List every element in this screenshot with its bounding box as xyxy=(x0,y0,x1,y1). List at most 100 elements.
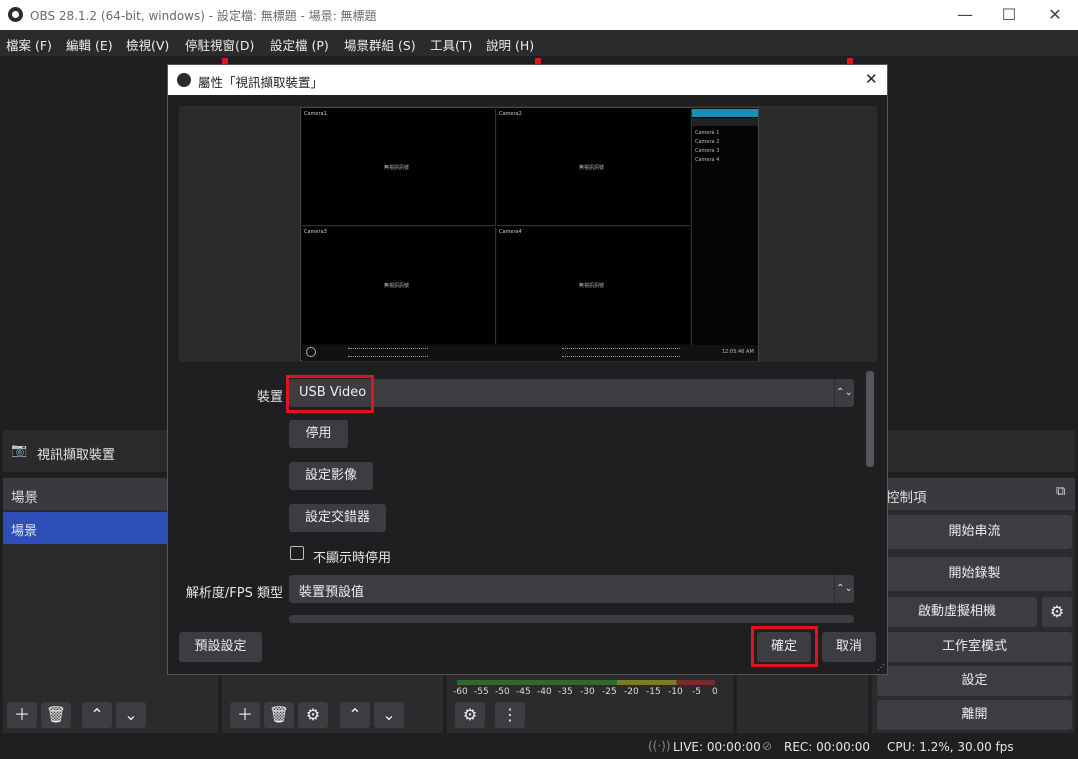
virtual-camera-settings-button[interactable]: ⚙ xyxy=(1042,597,1072,627)
camera-label: Camera1 xyxy=(304,111,327,117)
device-label: 裝置 xyxy=(256,390,283,405)
audio-mixer-dock: -60 -55 -50 -45 -40 -35 -30 -25 -20 -15 … xyxy=(447,672,733,733)
properties-scrollbar[interactable] xyxy=(865,369,875,623)
close-window-button[interactable]: ✕ xyxy=(1032,0,1078,30)
menu-bar: 檔案 (F) 編輯 (E) 檢視(V) 停駐視窗(D) 設定檔 (P) 場景群組… xyxy=(0,30,1078,56)
add-source-button[interactable]: ＋ xyxy=(230,702,260,728)
dialog-title: 屬性「視訊擷取裝置」 xyxy=(198,75,324,90)
status-bar: ((·)) LIVE: 00:00:00 ⊘ REC: 00:00:00 CPU… xyxy=(0,736,1078,759)
scene-item-label: 場景 xyxy=(11,524,38,539)
configure-video-button[interactable]: 設定影像 xyxy=(289,462,373,490)
start-virtual-camera-button[interactable]: 啟動虛擬相機 xyxy=(877,597,1037,627)
mixer-advanced-button[interactable]: ⚙ xyxy=(455,702,485,728)
resize-grip-icon[interactable]: ⋰ xyxy=(877,663,885,672)
trash-icon: 🗑 xyxy=(45,705,67,724)
gear-icon: ⚙ xyxy=(1049,602,1065,621)
more-vertical-icon: ⋮ xyxy=(502,705,518,724)
preview-clock: 12:05:46 AM xyxy=(722,349,754,355)
resolution-value: 裝置預設值 xyxy=(299,585,365,600)
live-time: LIVE: 00:00:00 xyxy=(673,740,761,754)
move-scene-down-button[interactable]: ⌄ xyxy=(116,702,146,728)
layout-icons xyxy=(348,348,428,357)
settings-button[interactable]: 設定 xyxy=(877,666,1072,696)
add-scene-button[interactable]: ＋ xyxy=(7,702,37,728)
move-source-down-button[interactable]: ⌄ xyxy=(374,702,404,728)
highlight-box xyxy=(286,375,374,413)
transitions-dock xyxy=(737,672,868,733)
camera-cell: Camera2 無視訊訊號 xyxy=(497,109,690,226)
controls-title: 控制項 xyxy=(886,490,927,506)
hide-when-inactive-checkbox[interactable] xyxy=(290,546,304,560)
menu-file[interactable]: 檔案 (F) xyxy=(6,35,52,54)
scrollbar-thumb[interactable] xyxy=(866,371,874,467)
maximize-button[interactable]: ☐ xyxy=(986,0,1032,30)
meter-tick: -5 xyxy=(692,687,701,697)
cancel-button[interactable]: 取消 xyxy=(822,632,876,662)
volume-meter xyxy=(457,680,715,685)
menu-scene-collection[interactable]: 場景群組 (S) xyxy=(344,35,416,54)
undock-icon[interactable]: ⧉ xyxy=(1056,484,1065,499)
menu-view[interactable]: 檢視(V) xyxy=(126,35,169,54)
source-preview: Camera1 無視訊訊號 Camera2 無視訊訊號 Camera3 無視訊訊… xyxy=(179,106,877,362)
chevron-up-icon: ⌃ xyxy=(90,705,104,724)
no-signal-text: 無視訊訊號 xyxy=(579,165,605,171)
move-scene-up-button[interactable]: ⌃ xyxy=(82,702,112,728)
sources-dock: ＋ 🗑 ⚙ ⌃ ⌄ xyxy=(222,672,443,733)
camera-icon: 📷 xyxy=(11,443,28,458)
meter-tick: -10 xyxy=(668,687,683,697)
camera-cell: Camera3 無視訊訊號 xyxy=(302,227,496,344)
dialog-close-button[interactable]: ✕ xyxy=(865,70,878,88)
meter-tick: -45 xyxy=(516,687,531,697)
camera-cell: Camera1 無視訊訊號 xyxy=(302,109,496,226)
toolbar-icon xyxy=(306,347,316,357)
controls-header: 控制項 ⧉ xyxy=(872,478,1075,510)
move-source-up-button[interactable]: ⌃ xyxy=(340,702,370,728)
chevron-down-icon: ⌄ xyxy=(124,705,138,724)
camera-label: Camera2 xyxy=(499,111,522,117)
stream-status-icon: ((·)) xyxy=(648,739,671,753)
meter-tick: 0 xyxy=(712,687,718,697)
sidebar-tab xyxy=(692,109,758,117)
meter-ticks: -60 -55 -50 -45 -40 -35 -30 -25 -20 -15 … xyxy=(453,687,721,699)
properties-dialog: 屬性「視訊擷取裝置」 ✕ Camera1 無視訊訊號 Camera2 無視訊訊號… xyxy=(167,64,888,675)
record-status-icon: ⊘ xyxy=(762,739,773,753)
sidebar-item: Camera 1 xyxy=(695,130,720,136)
defaults-button[interactable]: 預設設定 xyxy=(179,632,262,662)
menu-docks[interactable]: 停駐視窗(D) xyxy=(185,35,254,54)
gear-icon: ⚙ xyxy=(305,705,321,724)
deactivate-button[interactable]: 停用 xyxy=(289,420,348,448)
studio-mode-button[interactable]: 工作室模式 xyxy=(877,632,1072,662)
camera-toolbar: 12:05:46 AM xyxy=(302,345,758,361)
remove-source-button[interactable]: 🗑 xyxy=(264,702,294,728)
scenes-title: 場景 xyxy=(11,490,38,506)
start-recording-button[interactable]: 開始錄製 xyxy=(877,557,1072,591)
menu-help[interactable]: 說明 (H) xyxy=(486,35,534,54)
source-properties-button[interactable]: ⚙ xyxy=(298,702,328,728)
plus-icon: ＋ xyxy=(13,705,30,724)
meter-tick: -30 xyxy=(580,687,595,697)
sidebar-item: Camera 2 xyxy=(695,139,720,145)
remove-scene-button[interactable]: 🗑 xyxy=(41,702,71,728)
window-title: OBS 28.1.2 (64-bit, windows) - 設定檔: 無標題 … xyxy=(30,9,377,23)
meter-tick: -35 xyxy=(558,687,573,697)
meter-tick: -15 xyxy=(646,687,661,697)
mixer-menu-button[interactable]: ⋮ xyxy=(495,702,525,728)
exit-button[interactable]: 離開 xyxy=(877,700,1072,730)
next-field-partial xyxy=(289,615,854,623)
resolution-select[interactable]: 裝置預設值 ⌃⌄ xyxy=(289,575,854,603)
source-name: 視訊擷取裝置 xyxy=(37,448,116,463)
start-streaming-button[interactable]: 開始串流 xyxy=(877,515,1072,549)
dialog-titlebar: 屬性「視訊擷取裝置」 ✕ xyxy=(168,65,887,95)
meter-tick: -20 xyxy=(624,687,639,697)
highlight-box xyxy=(751,626,818,667)
configure-crossbar-button[interactable]: 設定交錯器 xyxy=(289,504,386,532)
hide-when-inactive-label: 不顯示時停用 xyxy=(313,551,392,566)
meter-tick: -60 xyxy=(453,687,468,697)
camera-label: Camera4 xyxy=(499,229,522,235)
sidebar-item: Camera 3 xyxy=(695,148,720,154)
camera-grid-preview: Camera1 無視訊訊號 Camera2 無視訊訊號 Camera3 無視訊訊… xyxy=(300,107,759,361)
minimize-button[interactable]: — xyxy=(942,0,988,30)
menu-profile[interactable]: 設定檔 (P) xyxy=(270,35,329,54)
menu-tools[interactable]: 工具(T) xyxy=(430,35,472,54)
menu-edit[interactable]: 編輯 (E) xyxy=(66,35,113,54)
